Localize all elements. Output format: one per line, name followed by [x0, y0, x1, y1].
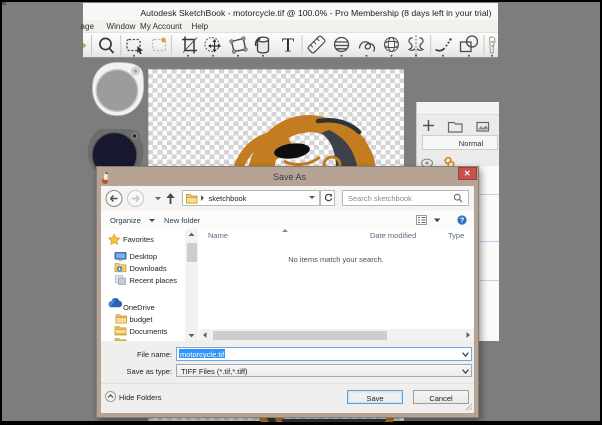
svg-text:T: T: [282, 35, 294, 57]
svg-text:?: ?: [460, 215, 465, 224]
